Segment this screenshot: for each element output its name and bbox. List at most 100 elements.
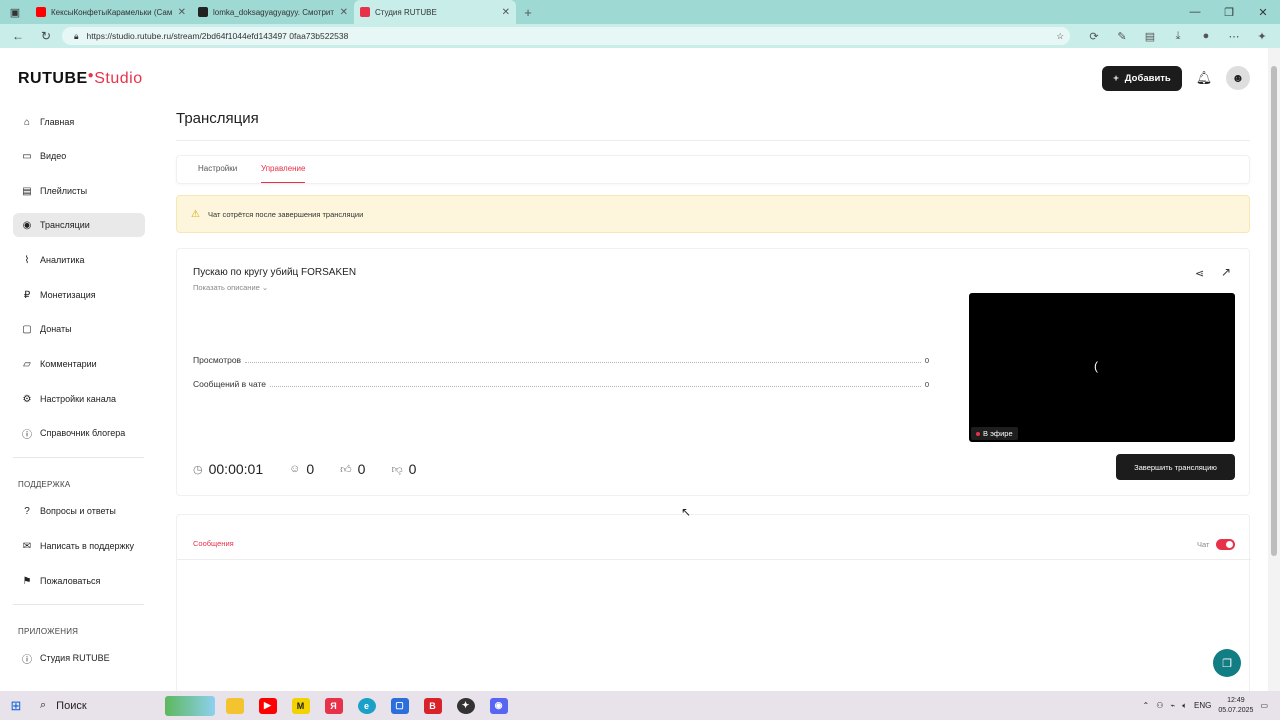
new-tab-icon[interactable]: + [516, 5, 540, 20]
sidebar-item-blogger-guide[interactable]: ⓘ Справочник блогера [13, 421, 145, 445]
thumbs-down-icon: 👎︎ [391, 463, 403, 476]
downloads-icon[interactable]: ⤓ [1166, 26, 1190, 46]
app-icon: ▢ [390, 697, 409, 714]
sidebar-item-label: Пожаловаться [40, 576, 101, 586]
search-icon: ⌕ [40, 699, 47, 711]
more-icon[interactable]: ⋯ [1222, 26, 1246, 46]
browser-tab-3[interactable]: Студия RUTUBE ✕ [354, 0, 516, 24]
show-description-label: Показать описание [193, 283, 260, 292]
taskbar-app-yellow[interactable]: M [284, 691, 317, 720]
sidebar-item-label: Видео [40, 151, 67, 161]
comment-icon: ▱ [23, 358, 31, 370]
page-scrollbar[interactable] [1268, 48, 1280, 691]
tray-expand-icon[interactable]: ⌃ [1143, 701, 1150, 710]
sidebar-item-studio-app[interactable]: ⓘ Студия RUTUBE [13, 646, 145, 670]
notification-bell-icon[interactable]: 🔔︎ [1194, 68, 1214, 88]
analytics-icon: ⌇ [24, 254, 30, 266]
add-button[interactable]: + Добавить [1102, 66, 1182, 91]
close-window-icon[interactable]: ✕ [1246, 0, 1280, 24]
viewers-counter: ☺ 0 [289, 461, 314, 477]
sidebar-item-label: Вопросы и ответы [40, 506, 116, 516]
rutube-studio-logo[interactable]: RUTUBE●Studio [18, 70, 143, 88]
live-dot-icon [976, 431, 980, 436]
rutube-favicon-icon [198, 7, 208, 17]
lang-indicator[interactable]: ENG [1194, 701, 1211, 710]
chat-warning-banner: ⚠ Чат сотрётся после завершения трансляц… [176, 195, 1250, 233]
likes-counter: 👍︎ 0 [340, 461, 365, 477]
close-tab-icon[interactable]: ✕ [178, 7, 186, 18]
sidebar-item-comments[interactable]: ▱ Комментарии [13, 352, 145, 376]
sidebar-item-contact-support[interactable]: ✉ Написать в поддержку [13, 534, 145, 558]
clock[interactable]: 12:49 05.07.2025 [1218, 696, 1253, 716]
avatar[interactable]: ☻ [1226, 66, 1250, 90]
tools-icon[interactable]: ✎ [1110, 26, 1134, 46]
sidebar-item-analytics[interactable]: ⌇ Аналитика [13, 248, 145, 272]
taskbar-yandex[interactable]: Я [317, 691, 350, 720]
collections-icon[interactable]: ▤ [1138, 26, 1162, 46]
extensions-icon[interactable]: ⟳ [1082, 26, 1106, 46]
maximize-icon[interactable]: ❐ [1212, 0, 1246, 24]
profile-icon[interactable]: ● [1194, 26, 1218, 46]
show-description-link[interactable]: Показать описание ⌄ [193, 283, 268, 292]
url-field[interactable]: 🔒︎ https://studio.rutube.ru/stream/2bd64… [62, 27, 1070, 45]
sidebar-item-video[interactable]: ▭ Видео [13, 144, 145, 168]
sidebar-item-home[interactable]: ⌂ Главная [13, 110, 145, 134]
sidebar-item-faq[interactable]: ? Вопросы и ответы [13, 499, 145, 523]
tab-settings[interactable]: Настройки [198, 164, 237, 173]
network-icon[interactable]: ⚇ [1156, 701, 1163, 710]
chat-toggle[interactable] [1216, 539, 1235, 550]
reload-icon[interactable]: ↻ [34, 26, 58, 46]
tab-messages[interactable]: Сообщения [193, 539, 234, 548]
taskbar-discord[interactable]: ◉ [482, 691, 515, 720]
taskbar-search[interactable]: ⌕ Поиск [32, 691, 162, 720]
taskbar-youtube[interactable]: ▶ [251, 691, 284, 720]
sidebar-item-broadcasts[interactable]: ◉ Трансляции [13, 213, 145, 237]
volume-icon[interactable]: 🔈︎ [1182, 701, 1187, 711]
close-tab-icon[interactable]: ✕ [502, 7, 510, 18]
back-icon[interactable]: ← [6, 26, 30, 46]
notifications-icon[interactable]: ▭ [1260, 701, 1268, 710]
title-divider [176, 140, 1250, 141]
help-chat-button[interactable]: ❐ [1213, 649, 1241, 677]
external-link-icon[interactable]: ↗ [1221, 265, 1231, 279]
game-widget-icon [165, 695, 215, 716]
browser-address-bar: ← ↻ 🔒︎ https://studio.rutube.ru/stream/2… [0, 24, 1280, 48]
scrollbar-thumb[interactable] [1271, 66, 1277, 556]
bookmark-star-icon[interactable]: ☆ [1056, 31, 1064, 42]
donate-icon: ▢ [22, 323, 32, 335]
share-icon[interactable]: ⋖ [1195, 267, 1204, 280]
sidebar-item-label: Трансляции [40, 220, 90, 230]
browser-tab-1[interactable]: КексыКонфетыКарамельки (Сам ✕ [30, 0, 192, 24]
info-icon: ⓘ [22, 429, 32, 441]
taskbar-app-red[interactable]: B [416, 691, 449, 720]
stat-label: Просмотров [193, 355, 242, 365]
close-tab-icon[interactable]: ✕ [340, 7, 348, 18]
taskbar-widget[interactable] [162, 691, 218, 720]
taskbar-app-dark[interactable]: ✦ [449, 691, 482, 720]
stat-row-views: Просмотров 0 [193, 353, 929, 365]
browser-tab-title: Студия RUTUBE [375, 7, 437, 17]
sidebar-item-report[interactable]: ⚑ Пожаловаться [13, 569, 145, 593]
copilot-icon[interactable]: ✦ [1250, 26, 1274, 46]
sidebar-item-label: Аналитика [40, 255, 85, 265]
window-menu-icon[interactable]: ▣ [0, 0, 30, 24]
tab-management[interactable]: Управление [261, 164, 306, 183]
end-stream-button[interactable]: Завершить трансляцию [1116, 454, 1235, 480]
windows-start-icon[interactable]: ⊞ [0, 691, 32, 720]
stat-value: 0 [924, 356, 929, 365]
taskbar-edge[interactable]: e [350, 691, 383, 720]
page-tabs: Настройки Управление [176, 155, 1250, 184]
taskbar-explorer[interactable] [218, 691, 251, 720]
taskbar-app-blue[interactable]: ▢ [383, 691, 416, 720]
sidebar-item-channel-settings[interactable]: ⚙ Настройки канала [13, 387, 145, 411]
minimize-icon[interactable]: — [1178, 0, 1212, 24]
dislikes-value: 0 [408, 461, 417, 477]
stream-preview-player[interactable]: ( В эфире [969, 293, 1235, 442]
browser-tab-2[interactable]: lomka_doksagyagyagyy. Смотрит ✕ [192, 0, 354, 24]
sidebar-item-donations[interactable]: ▢ Донаты [13, 317, 145, 341]
playlist-icon: ▤ [22, 185, 32, 197]
sidebar-item-monetization[interactable]: ₽ Монетизация [13, 283, 145, 307]
sidebar-item-playlists[interactable]: ▤ Плейлисты [13, 179, 145, 203]
usb-icon[interactable]: ⌁ [1170, 701, 1175, 710]
sidebar-item-label: Написать в поддержку [40, 541, 135, 551]
